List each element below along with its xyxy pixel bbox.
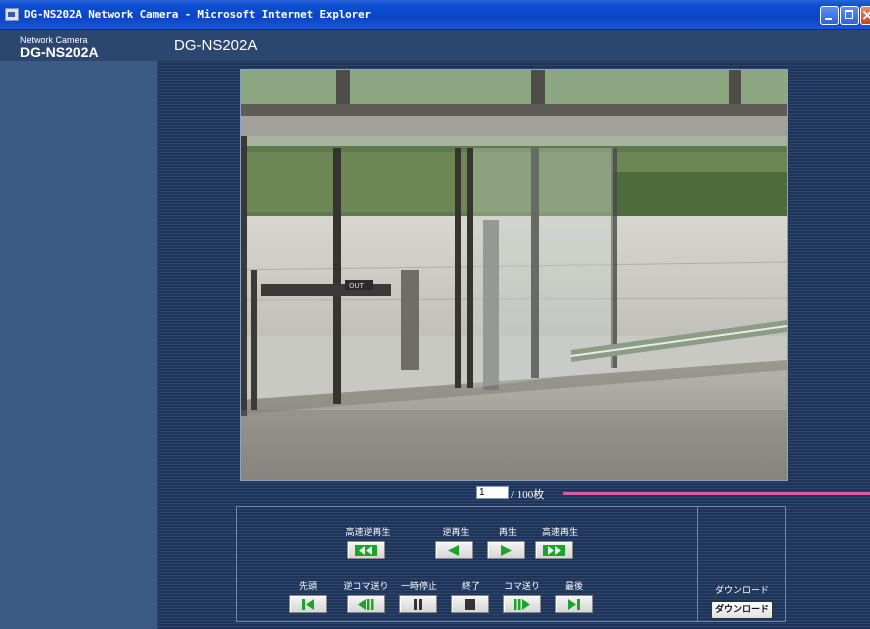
pause-icon	[414, 599, 422, 610]
fast-forward-label: 高速再生	[541, 528, 578, 538]
brand-block: Network Camera DG-NS202A	[0, 30, 158, 61]
step-forward-icon	[514, 599, 530, 610]
main-area: DG-NS202A OUT 1 / 100枚 高速逆再生 逆再生 再生 高速再生…	[158, 30, 870, 629]
camera-image: OUT	[240, 69, 788, 481]
ie-app-icon[interactable]	[5, 8, 19, 21]
fast-rewind-button[interactable]	[347, 541, 385, 559]
skip-last-button[interactable]	[555, 595, 593, 613]
reverse-play-icon	[448, 545, 459, 556]
close-button[interactable]	[860, 6, 870, 25]
play-button[interactable]	[487, 541, 525, 559]
fast-forward-icon	[543, 545, 565, 556]
camera-title: DG-NS202A	[174, 37, 258, 54]
controls-divider	[697, 507, 698, 621]
left-nav-panel: Network Camera DG-NS202A	[0, 30, 158, 629]
playback-progress-bar[interactable]	[563, 492, 870, 495]
download-button[interactable]: ダウンロード	[711, 601, 773, 619]
camera-scene: OUT	[241, 70, 787, 480]
header-strip: DG-NS202A	[158, 30, 870, 61]
svg-text:OUT: OUT	[349, 282, 365, 290]
minimize-button[interactable]	[820, 6, 839, 25]
frame-number-input[interactable]: 1	[476, 486, 509, 499]
window-title-bar: DG-NS202A Network Camera - Microsoft Int…	[0, 0, 870, 30]
reverse-play-button[interactable]	[435, 541, 473, 559]
skip-first-button[interactable]	[289, 595, 327, 613]
pause-button[interactable]	[399, 595, 437, 613]
stop-button[interactable]	[451, 595, 489, 613]
window-title: DG-NS202A Network Camera - Microsoft Int…	[24, 8, 371, 21]
playback-controls: 高速逆再生 逆再生 再生 高速再生 先頭 逆コマ送り 一時停止 終了 コマ送り …	[236, 506, 786, 622]
maximize-button[interactable]	[840, 6, 859, 25]
download-label: ダウンロード	[714, 586, 769, 596]
brand-model: DG-NS202A	[20, 44, 99, 60]
step-back-icon	[358, 599, 374, 610]
fast-forward-button[interactable]	[535, 541, 573, 559]
skip-last-label: 最後	[564, 582, 583, 592]
stop-icon	[465, 599, 475, 610]
skip-first-icon	[302, 599, 314, 610]
step-back-button[interactable]	[347, 595, 385, 613]
play-icon	[501, 545, 512, 556]
frame-total-label: / 100枚	[511, 489, 545, 501]
fast-rewind-label: 高速逆再生	[345, 528, 391, 538]
step-forward-button[interactable]	[503, 595, 541, 613]
skip-last-icon	[568, 599, 580, 610]
fast-rewind-icon	[355, 545, 377, 556]
